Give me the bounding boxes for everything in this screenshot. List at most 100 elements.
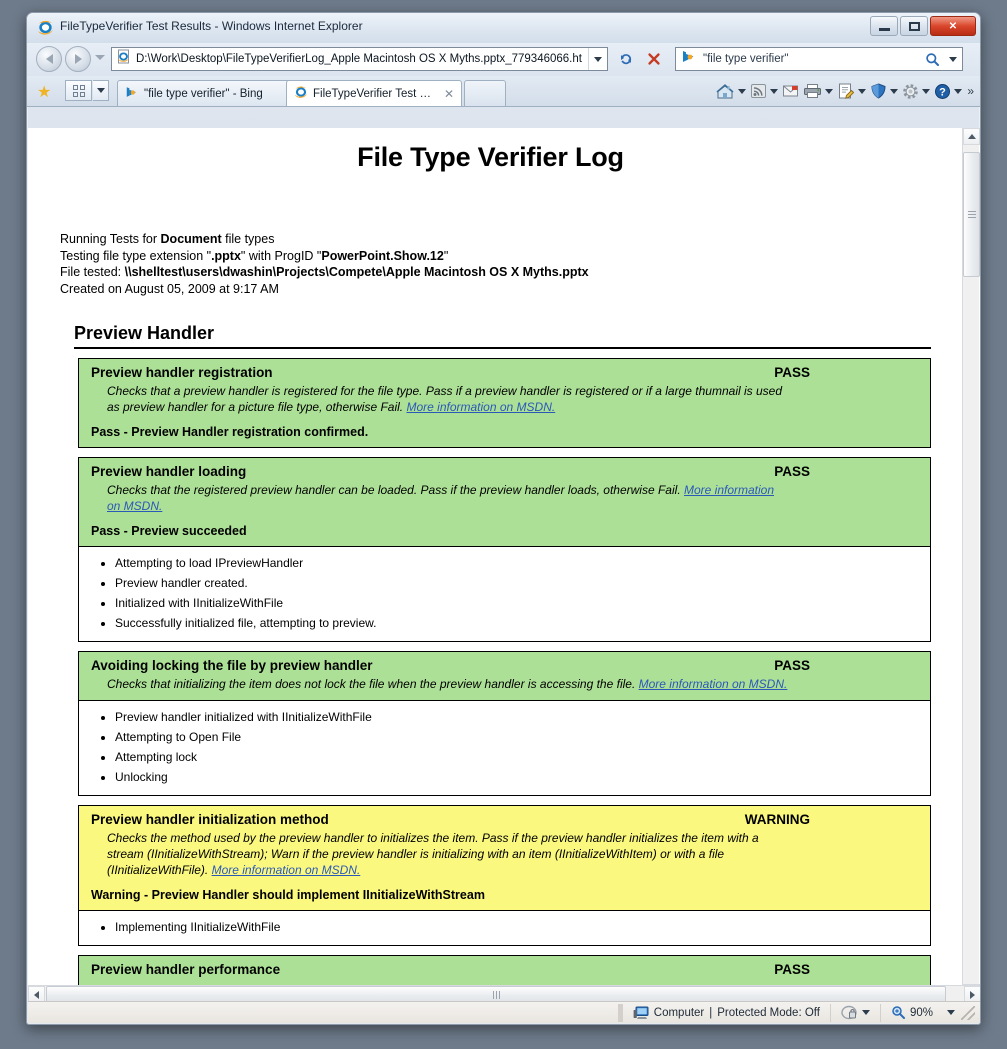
tab-bing-search[interactable]: "file type verifier" - Bing	[117, 80, 302, 106]
test-log: Attempting to load IPreviewHandler Previ…	[79, 546, 930, 641]
privacy-lock-icon	[841, 1005, 857, 1020]
internet-explorer-icon	[294, 85, 308, 102]
meta-bold: Document	[160, 232, 222, 246]
vertical-scrollbar-thumb[interactable]	[963, 152, 980, 277]
chevron-down-icon	[890, 88, 899, 94]
meta-text: Running Tests for	[60, 232, 161, 246]
computer-icon	[633, 1006, 649, 1019]
status-badge: PASS	[774, 962, 810, 977]
meta-text: File tested:	[60, 265, 125, 279]
triangle-right-icon	[970, 990, 975, 999]
arrow-right-icon	[74, 54, 82, 64]
test-card-header: Avoiding locking the file by preview han…	[79, 652, 930, 700]
chevron-down-icon	[96, 88, 105, 93]
test-card-header: Preview handler registration PASS Checks…	[79, 359, 930, 447]
address-input[interactable]: D:\Work\Desktop\FileTypeVerifierLog_Appl…	[136, 53, 588, 65]
status-badge: WARNING	[744, 812, 810, 827]
tools-gear-icon	[903, 83, 919, 99]
meta-text: file types	[221, 232, 275, 246]
test-card: Preview handler registration PASS Checks…	[78, 358, 931, 448]
meta-text: "	[443, 248, 449, 263]
test-log: Preview handler initialized with IInitia…	[79, 700, 930, 795]
scroll-up-button[interactable]	[963, 128, 980, 145]
command-overflow-button[interactable]: »	[967, 84, 974, 98]
meta-line-running-tests: Running Tests for Document file types	[60, 231, 953, 248]
arrow-left-icon	[45, 54, 53, 64]
test-description-text: Checks the method used by the preview ha…	[107, 831, 759, 877]
stop-button[interactable]	[641, 47, 667, 71]
chevron-down-icon	[594, 56, 602, 62]
help-icon: ?	[935, 83, 951, 99]
close-button[interactable]: ✕	[930, 16, 976, 36]
favorites-star-icon[interactable]: ★	[37, 82, 51, 102]
chevron-down-icon[interactable]	[947, 1010, 955, 1015]
minimize-button[interactable]	[870, 16, 898, 36]
back-button[interactable]	[36, 46, 62, 72]
tab-filetypeverifier-results[interactable]: FileTypeVerifier Test Re... ✕	[286, 80, 462, 106]
address-dropdown-button[interactable]	[588, 48, 607, 70]
chevron-down-icon	[954, 88, 963, 94]
test-description: Checks that the registered preview handl…	[107, 482, 918, 514]
resize-grip[interactable]	[961, 1005, 975, 1020]
forward-button[interactable]	[65, 46, 91, 72]
msdn-link[interactable]: More information on MSDN.	[639, 677, 788, 691]
tab-list-button[interactable]	[93, 80, 109, 101]
test-description-text: Checks that initializing the item does n…	[107, 677, 639, 691]
list-item: Implementing IInitializeWithFile	[115, 917, 918, 937]
security-zone-indicator[interactable]: Computer | Protected Mode: Off	[623, 1006, 830, 1020]
recent-pages-chevron-down-icon[interactable]	[95, 55, 105, 60]
search-dropdown-button[interactable]	[944, 56, 962, 62]
test-name: Preview handler registration	[91, 365, 273, 380]
section-heading-preview-handler: Preview Handler	[74, 323, 931, 349]
protected-mode-label: Protected Mode: Off	[717, 1006, 820, 1019]
tools-button[interactable]	[900, 80, 932, 102]
vertical-scrollbar[interactable]	[962, 128, 980, 1001]
zoom-control[interactable]: 90%	[881, 1005, 980, 1020]
msdn-link[interactable]: More information on MSDN.	[212, 863, 361, 877]
browser-window: FileTypeVerifier Test Results - Windows …	[26, 12, 981, 1025]
print-button[interactable]	[801, 80, 835, 102]
new-tab-button[interactable]	[464, 80, 506, 106]
title-bar: FileTypeVerifier Test Results - Windows …	[27, 13, 980, 43]
home-icon	[716, 83, 734, 98]
read-mail-button[interactable]	[780, 80, 801, 102]
mail-icon	[783, 85, 799, 97]
privacy-report-button[interactable]	[831, 1005, 880, 1020]
svg-text:?: ?	[939, 86, 946, 98]
home-button[interactable]	[714, 80, 748, 102]
search-box[interactable]: "file type verifier"	[675, 47, 963, 71]
internet-explorer-icon	[37, 19, 54, 36]
close-icon[interactable]: ✕	[444, 87, 454, 101]
page-icon	[839, 83, 855, 99]
status-badge: PASS	[774, 365, 810, 380]
meta-line-created: Created on August 05, 2009 at 9:17 AM	[60, 281, 279, 296]
refresh-button[interactable]	[613, 47, 639, 71]
test-name: Avoiding locking the file by preview han…	[91, 658, 373, 673]
list-item: Preview handler created.	[115, 573, 918, 593]
triangle-up-icon	[967, 134, 976, 139]
test-card: Preview handler loading PASS Checks that…	[78, 457, 931, 642]
navigation-bar: D:\Work\Desktop\FileTypeVerifierLog_Appl…	[27, 43, 980, 76]
quick-tabs-button[interactable]	[65, 80, 92, 101]
help-button[interactable]: ?	[932, 80, 964, 102]
list-item: Preview handler initialized with IInitia…	[115, 707, 918, 727]
search-input[interactable]: "file type verifier"	[703, 53, 920, 65]
feeds-button[interactable]	[748, 80, 780, 102]
meta-bold: PowerPoint.Show.12	[321, 248, 444, 263]
search-icon[interactable]	[920, 52, 944, 67]
grid-icon	[72, 84, 85, 97]
triangle-left-icon	[34, 990, 39, 999]
meta-bold: \\shelltest\users\dwashin\Projects\Compe…	[124, 265, 589, 279]
chevron-down-icon	[861, 1010, 870, 1015]
address-bar[interactable]: D:\Work\Desktop\FileTypeVerifierLog_Appl…	[111, 47, 608, 71]
chevron-down-icon	[770, 88, 779, 94]
meta-line-file-tested: File tested: \\shelltest\users\dwashin\P…	[60, 264, 953, 281]
meta-text: Testing file type extension "	[60, 248, 212, 263]
tab-bar: ★ "file type verifier" - Bing FileTypeVe…	[27, 76, 980, 107]
page-button[interactable]	[835, 80, 868, 102]
msdn-link[interactable]: More information on MSDN.	[406, 400, 555, 414]
safety-button[interactable]	[868, 80, 900, 102]
meta-text: " with ProgID "	[240, 248, 322, 263]
horizontal-scrollbar[interactable]	[28, 985, 980, 1003]
maximize-button[interactable]	[900, 16, 928, 36]
